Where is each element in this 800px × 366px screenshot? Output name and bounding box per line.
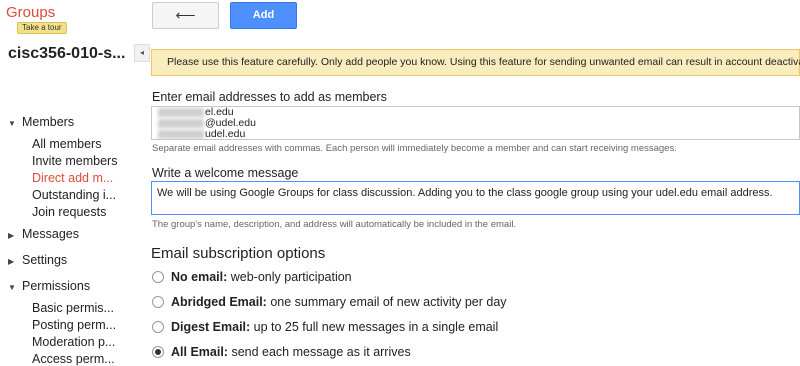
sidebar-item-moderation-permissions[interactable]: Moderation p... [32,335,115,349]
sidebar-item-invite-members[interactable]: Invite members [32,154,117,168]
email-line: udel.edu [158,128,799,140]
email-line-text: udel.edu [205,128,246,140]
sidebar-section-label: Messages [22,227,79,241]
add-button[interactable]: Add [230,2,297,29]
radio-button[interactable] [152,296,164,308]
option-abridged-email[interactable]: Abridged Email: one summary email of new… [152,295,507,309]
option-description: one summary email of new activity per da… [266,295,507,309]
sidebar-item-basic-permissions[interactable]: Basic permis... [32,301,114,315]
redacted-text [158,107,204,117]
welcome-message-hint: The group's name, description, and addre… [152,219,517,230]
welcome-message-field[interactable]: We will be using Google Groups for class… [151,181,800,215]
option-digest-email[interactable]: Digest Email: up to 25 full new messages… [152,320,498,334]
option-description: web-only participation [227,270,352,284]
back-arrow-icon: ⟵ [175,7,196,23]
groups-logo[interactable]: Groups [6,4,55,21]
subscription-options-title: Email subscription options [151,245,326,262]
redacted-text [158,118,204,128]
sidebar-section-label: Permissions [22,279,91,293]
sidebar-item-all-members[interactable]: All members [32,137,101,151]
email-addresses-field[interactable]: el.edu @udel.edu udel.edu [151,106,800,140]
option-name: Abridged Email: [171,295,267,309]
chevron-right-icon: ▶ [8,231,15,240]
radio-button[interactable] [152,271,164,283]
option-description: send each message as it arrives [227,345,411,359]
option-no-email[interactable]: No email: web-only participation [152,270,352,284]
sidebar-section-settings[interactable]: ▶ Settings [8,253,67,267]
sidebar-section-members[interactable]: ▼ Members [8,115,74,129]
sidebar-item-direct-add[interactable]: Direct add m... [32,171,113,185]
welcome-message-label: Write a welcome message [152,166,299,180]
option-name: All Email: [171,345,228,359]
sidebar-item-posting-permissions[interactable]: Posting perm... [32,318,116,332]
chevron-down-icon: ▼ [8,119,16,128]
chevron-right-icon: ▶ [8,257,15,266]
redacted-text [158,129,204,139]
option-description: up to 25 full new messages in a single e… [250,320,499,334]
take-a-tour-button[interactable]: Take a tour [17,22,67,34]
option-all-email[interactable]: All Email: send each message as it arriv… [152,345,411,359]
option-name: Digest Email: [171,320,251,334]
email-addresses-label: Enter email addresses to add as members [152,90,387,104]
email-addresses-hint: Separate email addresses with commas. Ea… [152,143,677,154]
sidebar-section-permissions[interactable]: ▼ Permissions [8,279,90,293]
radio-button[interactable] [152,321,164,333]
warning-banner: Please use this feature carefully. Only … [151,49,800,76]
sidebar-section-label: Settings [22,253,68,267]
sidebar-section-messages[interactable]: ▶ Messages [8,227,79,241]
sidebar-item-access-permissions[interactable]: Access perm... [32,352,115,366]
chevron-down-icon: ▼ [8,283,16,292]
sidebar-section-label: Members [22,115,75,129]
back-button[interactable]: ⟵ [152,2,219,29]
radio-button-selected[interactable] [152,346,164,358]
collapse-sidebar-icon[interactable]: ◂ [134,44,150,62]
group-title[interactable]: cisc356-010-s... [8,45,136,63]
option-name: No email: [171,270,228,284]
email-line: @udel.edu [158,118,799,129]
sidebar-item-outstanding-invites[interactable]: Outstanding i... [32,188,116,202]
sidebar-item-join-requests[interactable]: Join requests [32,205,106,219]
